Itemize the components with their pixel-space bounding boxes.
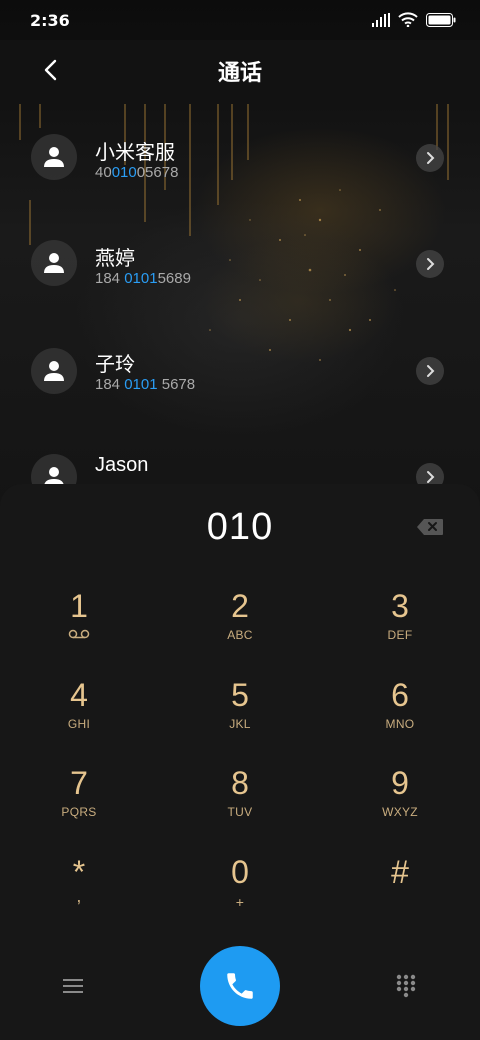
chevron-right-icon <box>427 258 435 270</box>
person-icon <box>44 147 64 167</box>
key-digit: 7 <box>70 765 88 801</box>
dialpad-panel: 010 1 2 ABC 3 DEF 4 GHI 5 JKL 6 MNO 7 PQ… <box>0 484 480 1040</box>
key-letters: ABC <box>227 628 253 642</box>
key-digit: 1 <box>70 588 88 624</box>
key-digit: 6 <box>391 677 409 713</box>
avatar <box>31 348 77 394</box>
key-digit: 2 <box>231 588 249 624</box>
app-header: 通话 <box>0 40 480 104</box>
person-icon <box>44 361 64 381</box>
signal-icon <box>372 12 390 27</box>
dialed-number: 010 <box>206 506 274 548</box>
keypad-icon <box>396 974 416 998</box>
key-0[interactable]: 0 + <box>185 854 295 934</box>
key-letters: PQRS <box>61 805 97 819</box>
status-icons <box>372 12 456 27</box>
battery-icon <box>426 12 456 27</box>
wifi-icon <box>398 12 418 27</box>
key-digit: 5 <box>231 677 249 713</box>
contact-number: 184 01015689 <box>95 270 191 287</box>
key-letters: GHI <box>67 717 91 731</box>
key-letters: MNO <box>385 717 415 731</box>
key-digit: # <box>391 854 409 890</box>
chevron-right-icon <box>427 152 435 164</box>
status-time: 2:36 <box>30 11 70 30</box>
key-letters: WXYZ <box>382 805 418 819</box>
contact-name: Jason <box>95 454 149 476</box>
phone-icon <box>227 973 253 999</box>
contact-row[interactable]: 子玲 184 0101 5678 <box>0 336 480 416</box>
contact-name: 子玲 <box>95 354 135 376</box>
status-bar: 2:36 <box>0 0 480 40</box>
voicemail-icon <box>24 628 134 642</box>
contact-detail-button[interactable] <box>416 250 444 278</box>
contact-number: 4001005678 <box>95 164 179 181</box>
key-letters: + <box>235 894 245 910</box>
key-star[interactable]: * , <box>24 854 134 934</box>
key-2[interactable]: 2 ABC <box>185 588 295 668</box>
keypad-toggle-button[interactable] <box>384 964 428 1008</box>
menu-icon <box>63 979 83 993</box>
key-digit: 4 <box>70 677 88 713</box>
avatar <box>31 134 77 180</box>
key-letters: , <box>76 886 82 906</box>
key-1[interactable]: 1 <box>24 588 134 668</box>
page-title: 通话 <box>217 61 262 86</box>
backspace-icon <box>417 519 443 535</box>
key-digit: 9 <box>391 765 409 801</box>
key-3[interactable]: 3 DEF <box>345 588 455 668</box>
key-digit: 8 <box>231 765 249 801</box>
key-9[interactable]: 9 WXYZ <box>345 765 455 845</box>
key-5[interactable]: 5 JKL <box>185 677 295 757</box>
key-hash[interactable]: # <box>345 854 455 934</box>
backspace-button[interactable] <box>416 518 444 536</box>
contact-name: 燕婷 <box>95 248 135 270</box>
key-4[interactable]: 4 GHI <box>24 677 134 757</box>
key-letters: DEF <box>387 628 413 642</box>
key-7[interactable]: 7 PQRS <box>24 765 134 845</box>
menu-button[interactable] <box>51 964 95 1008</box>
contact-detail-button[interactable] <box>416 144 444 172</box>
key-digit: * <box>72 854 86 890</box>
person-icon <box>44 253 64 273</box>
key-digit: 3 <box>391 588 409 624</box>
contact-number: 184 0101 5678 <box>95 376 196 393</box>
chevron-right-icon <box>427 471 435 483</box>
contact-row[interactable]: 燕婷 184 01015689 <box>0 230 480 310</box>
contact-name: 小米客服 <box>95 142 175 164</box>
contact-row[interactable]: 小米客服 4001005678 <box>0 124 480 204</box>
key-letters: TUV <box>227 805 253 819</box>
key-6[interactable]: 6 MNO <box>345 677 455 757</box>
avatar <box>31 240 77 286</box>
key-digit: 0 <box>231 854 249 890</box>
contact-detail-button[interactable] <box>416 357 444 385</box>
chevron-right-icon <box>427 365 435 377</box>
key-8[interactable]: 8 TUV <box>185 765 295 845</box>
call-button[interactable] <box>200 946 280 1026</box>
key-letters: JKL <box>229 717 251 731</box>
